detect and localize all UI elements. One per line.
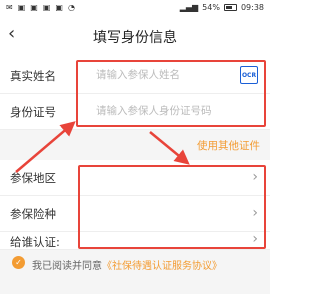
agreement-area: ✓ 我已阅读并同意《社保待遇认证服务协议》 [0,250,270,294]
certify-for-label: 给谁认证: [10,235,60,249]
region-label: 参保地区 [10,171,56,185]
battery-percent: 54% [202,3,220,12]
chevron-right-icon: › [252,205,258,221]
region-row[interactable]: 参保地区 › [0,160,270,196]
insurance-type-row[interactable]: 参保险种 › [0,196,270,232]
system-indicators: ▂▄▆ 54% 09:38 [180,3,264,12]
id-number-input[interactable] [96,101,248,121]
insurance-type-label: 参保险种 [10,207,56,221]
app-icon: ▣ [42,3,51,12]
agreement-prefix: 我已阅读并同意 [32,261,102,272]
clock: 09:38 [240,3,264,12]
chevron-right-icon: › [252,231,258,247]
name-input[interactable] [96,65,248,85]
chevron-right-icon: › [252,169,258,185]
other-docs-band: 使用其他证件 [0,130,270,160]
notification-icons: ✉ ▣ ▣ ▣ ▣ ◔ [6,3,75,13]
name-label: 真实姓名 [10,69,56,83]
message-icon: ✉ [6,3,13,12]
agreement-text: 我已阅读并同意《社保待遇认证服务协议》 [32,257,222,272]
app-icon: ▣ [30,3,38,12]
use-other-docs-link[interactable]: 使用其他证件 [197,138,260,153]
id-number-row: 身份证号 [0,94,270,130]
navigation-header: ‹ 填写身份信息 [0,18,270,54]
wifi-icon: ◔ [67,3,75,12]
name-row: 真实姓名 OCR [0,58,270,94]
ocr-scan-icon[interactable]: OCR [240,66,258,84]
battery-icon [223,4,237,11]
agreement-checkbox[interactable]: ✓ [12,256,25,269]
app-icon: ▣ [17,3,26,12]
certify-for-row[interactable]: 给谁认证: › [0,231,270,250]
signal-icon: ▂▄▆ [179,3,199,12]
app-icon: ▣ [55,3,63,12]
page-title: 填写身份信息 [93,30,177,46]
id-number-label: 身份证号 [10,105,56,119]
status-bar: ✉ ▣ ▣ ▣ ▣ ◔ ▂▄▆ 54% 09:38 [0,0,270,18]
agreement-link[interactable]: 《社保待遇认证服务协议》 [102,261,222,272]
